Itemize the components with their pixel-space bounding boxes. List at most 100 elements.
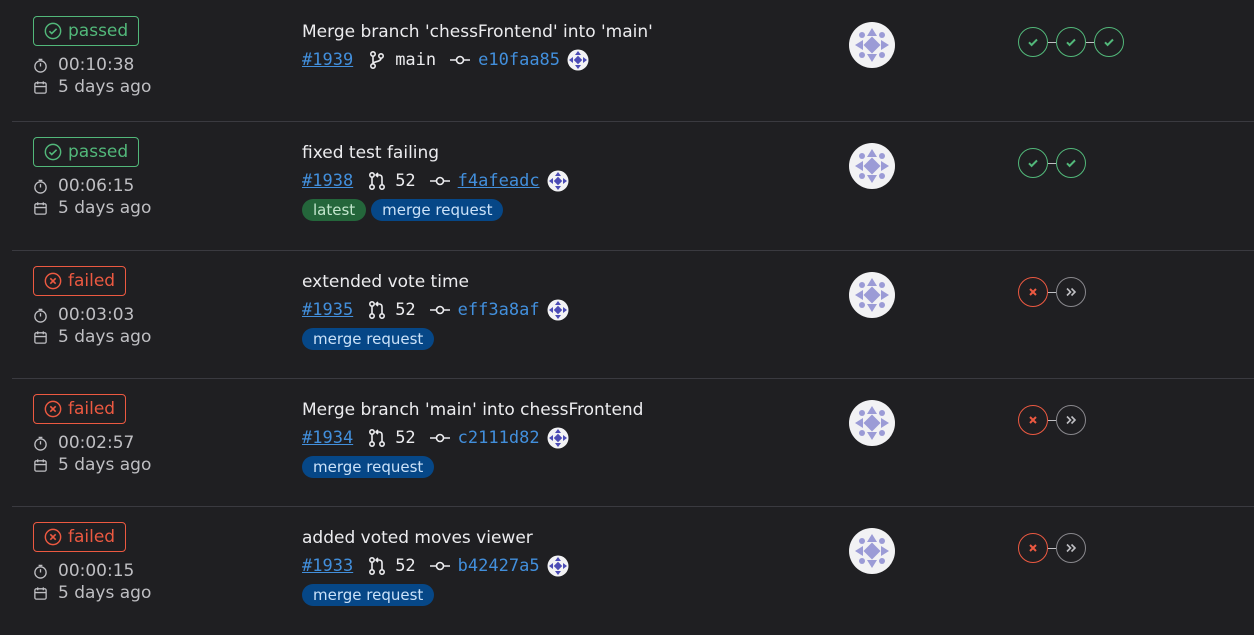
duration-value: 00:00:15: [58, 561, 135, 581]
close-icon: [1026, 541, 1040, 555]
pipeline-stages: [1018, 148, 1086, 178]
commit-sha-link[interactable]: b42427a5: [458, 556, 540, 576]
tag-blue[interactable]: merge request: [302, 456, 435, 478]
status-cell: passed 00:10:38 5 days ago: [33, 16, 263, 98]
triggerer-avatar[interactable]: [849, 400, 895, 446]
commit-icon: [429, 300, 450, 320]
commit-cell: Merge branch 'chessFrontend' into 'main'…: [302, 20, 842, 74]
check-icon: [1064, 156, 1078, 170]
calendar-icon: [33, 201, 48, 216]
stage-connector: [1048, 162, 1056, 164]
triggerer-avatar[interactable]: [849, 272, 895, 318]
pipeline-stages: [1018, 27, 1124, 57]
commit-sha-link[interactable]: e10faa85: [478, 50, 560, 70]
merge-request-icon: [367, 300, 387, 320]
stage-connector: [1086, 41, 1094, 43]
timer-icon: [33, 179, 48, 194]
stage-skipped-button[interactable]: [1056, 533, 1086, 563]
tag-blue[interactable]: merge request: [371, 199, 504, 221]
commit-title[interactable]: extended vote time: [302, 270, 842, 294]
timer-icon: [33, 58, 48, 73]
stage-failed-button[interactable]: [1018, 405, 1048, 435]
pipeline-id-link[interactable]: #1939: [302, 50, 353, 70]
status-label: failed: [68, 271, 116, 291]
commit-title[interactable]: Merge branch 'main' into chessFrontend: [302, 398, 842, 422]
commit-title[interactable]: fixed test failing: [302, 141, 842, 165]
ref-link[interactable]: 52: [367, 300, 416, 320]
duration-value: 00:03:03: [58, 305, 135, 325]
status-badge[interactable]: failed: [33, 394, 127, 424]
triggerer-avatar[interactable]: [849, 143, 895, 189]
status-badge[interactable]: failed: [33, 522, 127, 552]
pipeline-stages: [1018, 277, 1086, 307]
ref-link[interactable]: 52: [367, 428, 416, 448]
pipeline-row: failed 00:03:03 5 days ago extended vote ti…: [12, 250, 1254, 379]
status-badge[interactable]: failed: [33, 266, 127, 296]
created-value: 5 days ago: [58, 77, 152, 97]
created-at: 5 days ago: [33, 454, 263, 476]
commit-icon: [450, 50, 471, 70]
ref-label: 52: [395, 300, 416, 320]
commit-title[interactable]: Merge branch 'chessFrontend' into 'main': [302, 20, 842, 44]
stage-failed-button[interactable]: [1018, 277, 1048, 307]
calendar-icon: [33, 330, 48, 345]
stage-connector: [1048, 547, 1056, 549]
pipeline-row: failed 00:00:15 5 days ago added voted move…: [12, 506, 1254, 635]
stage-passed-button[interactable]: [1018, 148, 1048, 178]
triggerer-avatar[interactable]: [849, 22, 895, 68]
stage-skipped-button[interactable]: [1056, 405, 1086, 435]
author-avatar-small[interactable]: [567, 49, 589, 71]
commit-cell: added voted moves viewer #1933 52 b42427a5 m…: [302, 526, 842, 606]
tag-green[interactable]: latest: [302, 199, 367, 221]
pipeline-stages: [1018, 533, 1086, 563]
pipeline-id-link[interactable]: #1938: [302, 171, 353, 191]
stage-failed-button[interactable]: [1018, 533, 1048, 563]
status-cell: failed 00:02:57 5 days ago: [33, 394, 263, 476]
commit-sha-link[interactable]: c2111d82: [458, 428, 540, 448]
timer-icon: [33, 564, 48, 579]
ref-link[interactable]: main: [367, 50, 436, 70]
check-circle-icon: [44, 143, 62, 161]
ref-link[interactable]: 52: [367, 171, 416, 191]
tag-blue[interactable]: merge request: [302, 584, 435, 606]
duration-value: 00:06:15: [58, 176, 135, 196]
created-at: 5 days ago: [33, 326, 263, 348]
created-value: 5 days ago: [58, 455, 152, 475]
ref-label: 52: [395, 556, 416, 576]
stage-passed-button[interactable]: [1056, 27, 1086, 57]
stage-passed-button[interactable]: [1094, 27, 1124, 57]
stage-passed-button[interactable]: [1056, 148, 1086, 178]
pipeline-tags: latest merge request: [302, 199, 842, 221]
pipeline-list: passed 00:10:38 5 days ago Merge branch 'ch…: [0, 0, 1254, 635]
pipeline-id-link[interactable]: #1933: [302, 556, 353, 576]
created-value: 5 days ago: [58, 327, 152, 347]
calendar-icon: [33, 458, 48, 473]
created-value: 5 days ago: [58, 583, 152, 603]
commit-title[interactable]: added voted moves viewer: [302, 526, 842, 550]
check-icon: [1102, 35, 1116, 49]
pipeline-id-link[interactable]: #1935: [302, 300, 353, 320]
check-icon: [1064, 35, 1078, 49]
author-avatar-small[interactable]: [547, 170, 569, 192]
created-value: 5 days ago: [58, 198, 152, 218]
author-avatar-small[interactable]: [547, 555, 569, 577]
tag-blue[interactable]: merge request: [302, 328, 435, 350]
commit-sha-link[interactable]: f4afeadc: [458, 171, 540, 191]
commit-sha-link[interactable]: eff3a8af: [458, 300, 540, 320]
duration-value: 00:10:38: [58, 55, 135, 75]
commit-cell: extended vote time #1935 52 eff3a8af merge r…: [302, 270, 842, 350]
close-icon: [1026, 285, 1040, 299]
status-label: passed: [68, 21, 129, 41]
status-badge[interactable]: passed: [33, 16, 140, 46]
author-avatar-small[interactable]: [547, 427, 569, 449]
commit-cell: fixed test failing #1938 52 f4afeadc latest m…: [302, 141, 842, 221]
stage-skipped-button[interactable]: [1056, 277, 1086, 307]
author-avatar-small[interactable]: [547, 299, 569, 321]
stage-passed-button[interactable]: [1018, 27, 1048, 57]
pipeline-id-link[interactable]: #1934: [302, 428, 353, 448]
triggerer-avatar[interactable]: [849, 528, 895, 574]
check-icon: [1026, 35, 1040, 49]
pipeline-tags: merge request: [302, 456, 842, 478]
status-badge[interactable]: passed: [33, 137, 140, 167]
ref-link[interactable]: 52: [367, 556, 416, 576]
